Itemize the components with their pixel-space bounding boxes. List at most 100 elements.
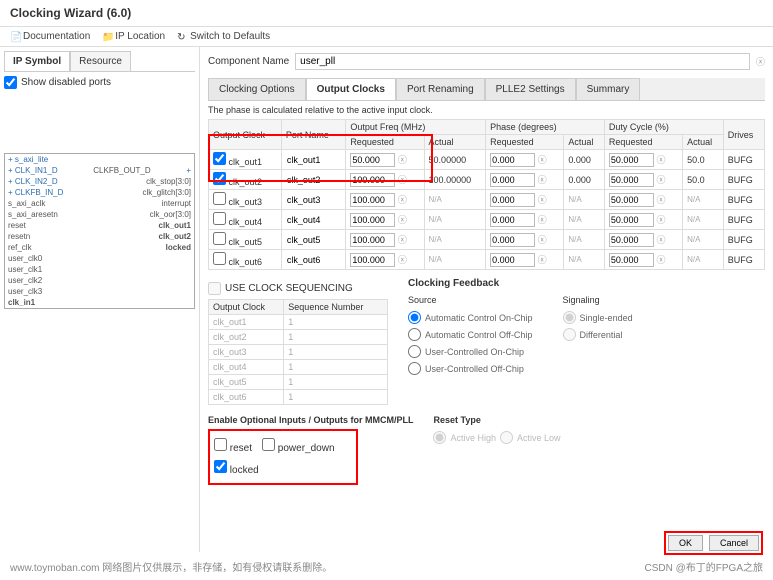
tab-output-clocks[interactable]: Output Clocks <box>306 78 396 100</box>
watermark: www.toymoban.com 网络图片仅供展示，非存储，如有侵权请联系删除。… <box>10 559 763 574</box>
duty-requested-input[interactable] <box>609 253 654 267</box>
signaling-label: Signaling <box>563 295 633 305</box>
clear-icon[interactable]: ⓧ <box>538 195 547 205</box>
signaling-single-ended <box>563 311 576 324</box>
switch-defaults-link[interactable]: ↻Switch to Defaults <box>177 31 270 42</box>
right-panel: Component Name ⓧ Clocking Options Output… <box>200 47 773 552</box>
show-disabled-ports-checkbox[interactable] <box>4 76 17 89</box>
tabs: Clocking Options Output Clocks Port Rena… <box>208 78 765 101</box>
tab-resource[interactable]: Resource <box>70 51 131 71</box>
clk-enable-checkbox[interactable] <box>213 192 226 205</box>
port-name-input[interactable] <box>286 234 331 246</box>
clk-enable-checkbox[interactable] <box>213 252 226 265</box>
freq-requested-input[interactable] <box>350 193 395 207</box>
table-row: clk_out1 ⓧ 50.00000 ⓧ 0.000 ⓧ 50.0 BUFG <box>209 150 765 170</box>
window-title: Clocking Wizard (6.0) <box>0 0 773 27</box>
duty-requested-input[interactable] <box>609 193 654 207</box>
clear-icon[interactable]: ⓧ <box>398 255 407 265</box>
tab-plle2-settings[interactable]: PLLE2 Settings <box>485 78 576 100</box>
clk-enable-checkbox[interactable] <box>213 212 226 225</box>
port-name-input[interactable] <box>286 174 331 186</box>
reset-active-high <box>433 431 446 444</box>
clear-icon[interactable]: ⓧ <box>756 55 765 68</box>
tab-clocking-options[interactable]: Clocking Options <box>208 78 306 100</box>
freq-requested-input[interactable] <box>350 213 395 227</box>
locked-checkbox[interactable] <box>214 460 227 473</box>
table-row: clk_out21 <box>209 330 388 345</box>
freq-requested-input[interactable] <box>350 153 395 167</box>
port-name-input[interactable] <box>286 214 331 226</box>
table-row: clk_out4 ⓧ N/A ⓧ N/A ⓧ N/A BUFG <box>209 210 765 230</box>
table-row: clk_out41 <box>209 360 388 375</box>
port-name-input[interactable] <box>286 154 331 166</box>
optional-io-title: Enable Optional Inputs / Outputs for MMC… <box>208 415 413 425</box>
tab-port-renaming[interactable]: Port Renaming <box>396 78 485 100</box>
clear-icon[interactable]: ⓧ <box>398 155 407 165</box>
phase-requested-input[interactable] <box>490 213 535 227</box>
clear-icon[interactable]: ⓧ <box>538 255 547 265</box>
reset-checkbox[interactable] <box>214 438 227 451</box>
duty-requested-input[interactable] <box>609 173 654 187</box>
table-row: clk_out11 <box>209 315 388 330</box>
sequence-table: Output ClockSequence Number clk_out11clk… <box>208 299 388 405</box>
table-row: clk_out2 ⓧ 100.00000 ⓧ 0.000 ⓧ 50.0 BUFG <box>209 170 765 190</box>
tab-ip-symbol[interactable]: IP Symbol <box>4 51 70 71</box>
table-row: clk_out6 ⓧ N/A ⓧ N/A ⓧ N/A BUFG <box>209 250 765 270</box>
clear-icon[interactable]: ⓧ <box>398 175 407 185</box>
power-down-checkbox[interactable] <box>262 438 275 451</box>
source-label: Source <box>408 295 533 305</box>
port-name-input[interactable] <box>286 194 331 206</box>
clear-icon[interactable]: ⓧ <box>398 215 407 225</box>
source-user-on-chip[interactable] <box>408 345 421 358</box>
documentation-link[interactable]: 📄Documentation <box>10 31 90 42</box>
duty-requested-input[interactable] <box>609 213 654 227</box>
clk-enable-checkbox[interactable] <box>213 172 226 185</box>
left-panel: IP Symbol Resource Show disabled ports +… <box>0 47 200 552</box>
ok-button[interactable]: OK <box>668 535 703 551</box>
refresh-icon: ↻ <box>177 32 187 42</box>
use-clock-sequencing-checkbox <box>208 282 221 295</box>
component-name-input[interactable] <box>295 53 750 70</box>
toolbar: 📄Documentation 📁IP Location ↻Switch to D… <box>0 27 773 47</box>
use-seq-label: USE CLOCK SEQUENCING <box>225 283 353 294</box>
source-auto-on-chip[interactable] <box>408 311 421 324</box>
clear-icon[interactable]: ⓧ <box>656 255 665 265</box>
clear-icon[interactable]: ⓧ <box>398 235 407 245</box>
ip-location-link[interactable]: 📁IP Location <box>102 31 165 42</box>
clear-icon[interactable]: ⓧ <box>656 235 665 245</box>
clk-enable-checkbox[interactable] <box>213 152 226 165</box>
highlight-frame-3: OK Cancel <box>664 531 763 555</box>
clocking-feedback-title: Clocking Feedback <box>408 278 765 289</box>
clear-icon[interactable]: ⓧ <box>538 235 547 245</box>
phase-requested-input[interactable] <box>490 233 535 247</box>
phase-requested-input[interactable] <box>490 173 535 187</box>
phase-requested-input[interactable] <box>490 253 535 267</box>
cancel-button[interactable]: Cancel <box>709 535 759 551</box>
duty-requested-input[interactable] <box>609 153 654 167</box>
clear-icon[interactable]: ⓧ <box>656 215 665 225</box>
reset-active-low <box>500 431 513 444</box>
table-row: clk_out5 ⓧ N/A ⓧ N/A ⓧ N/A BUFG <box>209 230 765 250</box>
signaling-differential <box>563 328 576 341</box>
freq-requested-input[interactable] <box>350 173 395 187</box>
clear-icon[interactable]: ⓧ <box>538 155 547 165</box>
ip-symbol-diagram: + s_axi_lite + CLK_IN1_DCLKFB_OUT_D + + … <box>4 153 195 309</box>
phase-requested-input[interactable] <box>490 153 535 167</box>
source-user-off-chip[interactable] <box>408 362 421 375</box>
freq-requested-input[interactable] <box>350 233 395 247</box>
clear-icon[interactable]: ⓧ <box>656 175 665 185</box>
clear-icon[interactable]: ⓧ <box>656 195 665 205</box>
clear-icon[interactable]: ⓧ <box>656 155 665 165</box>
clear-icon[interactable]: ⓧ <box>538 215 547 225</box>
source-auto-off-chip[interactable] <box>408 328 421 341</box>
table-row: clk_out61 <box>209 390 388 405</box>
port-name-input[interactable] <box>286 254 331 266</box>
phase-requested-input[interactable] <box>490 193 535 207</box>
reset-type-title: Reset Type <box>433 415 560 425</box>
freq-requested-input[interactable] <box>350 253 395 267</box>
duty-requested-input[interactable] <box>609 233 654 247</box>
clear-icon[interactable]: ⓧ <box>538 175 547 185</box>
tab-summary[interactable]: Summary <box>576 78 641 100</box>
clk-enable-checkbox[interactable] <box>213 232 226 245</box>
clear-icon[interactable]: ⓧ <box>398 195 407 205</box>
